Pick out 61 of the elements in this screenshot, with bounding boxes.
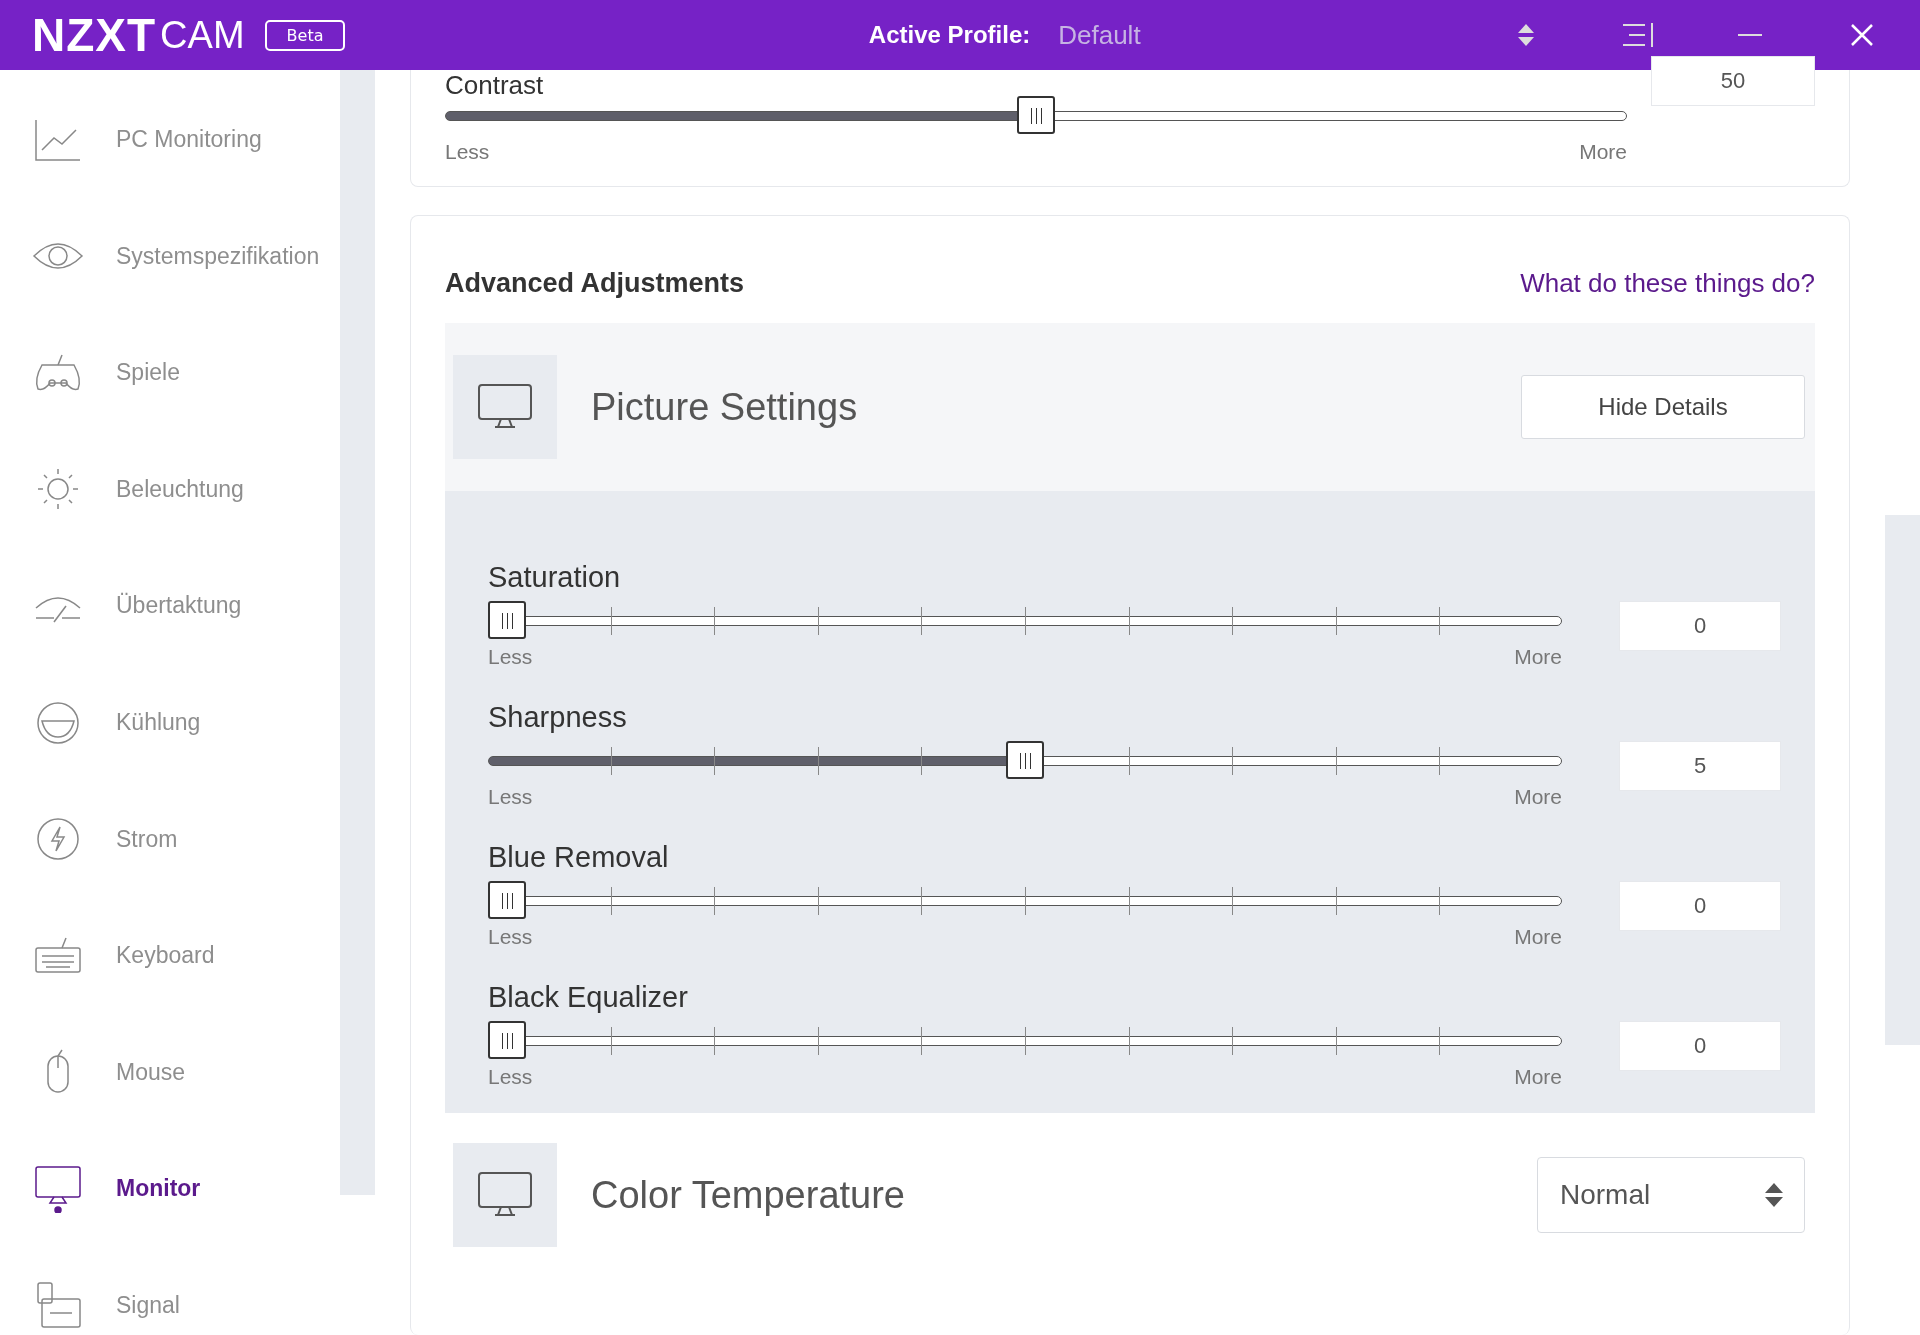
profile-value[interactable]: Default <box>1058 19 1141 51</box>
monitor-icon <box>32 1164 84 1213</box>
slider[interactable] <box>445 96 1627 136</box>
up-down-icon <box>1764 1181 1784 1209</box>
close-icon <box>1851 24 1873 46</box>
sidebar-item[interactable]: Spiele <box>0 343 340 403</box>
up-down-icon <box>1516 22 1536 48</box>
slider[interactable] <box>488 741 1562 781</box>
less-label: Less <box>488 925 533 949</box>
panel-title: Picture Settings <box>591 385 859 429</box>
more-label: More <box>1514 645 1562 669</box>
value-field[interactable]: 0 <box>1619 601 1781 651</box>
less-label: Less <box>445 140 490 164</box>
slider-label: Blue Removal <box>487 841 670 875</box>
slider-label: Sharpness <box>487 701 628 735</box>
slider-label: Saturation <box>487 561 622 595</box>
monitor-icon <box>477 383 533 431</box>
slider[interactable] <box>488 1021 1562 1061</box>
less-label: Less <box>488 645 533 669</box>
hide-details-button[interactable]: Hide Details <box>1521 375 1805 439</box>
value-field[interactable]: 5 <box>1619 741 1781 791</box>
sidebar-item[interactable]: Übertaktung <box>0 576 340 636</box>
logo-subtext: CAM <box>160 13 245 57</box>
value-field[interactable]: 50 <box>1651 56 1815 106</box>
sidebar-item[interactable]: Keyboard <box>0 925 340 986</box>
more-label: More <box>1514 925 1562 949</box>
more-label: More <box>1514 785 1562 809</box>
panel-title: Color Temperature <box>591 1173 906 1217</box>
sidebar-item[interactable]: PC Monitoring <box>0 110 340 170</box>
slider-label: Black Equalizer <box>487 981 689 1015</box>
menu-icon <box>1621 21 1655 49</box>
monitor-icon <box>477 1171 533 1219</box>
beta-badge: Beta <box>264 19 346 51</box>
value-field[interactable]: 0 <box>1619 1021 1781 1071</box>
less-label: Less <box>488 785 533 809</box>
section-title: Advanced Adjustments <box>445 268 745 299</box>
value-field[interactable]: 0 <box>1619 881 1781 931</box>
profile-label: Active Profile: <box>868 21 1031 49</box>
less-label: Less <box>488 1065 533 1089</box>
slider[interactable] <box>488 881 1562 921</box>
minimize-icon <box>1738 33 1762 37</box>
slider[interactable] <box>488 601 1562 641</box>
sidebar-item[interactable]: Strom <box>0 809 340 869</box>
sidebar-item[interactable]: Mouse <box>0 1042 340 1102</box>
more-label: More <box>1514 1065 1562 1089</box>
more-label: More <box>1579 140 1627 164</box>
help-link[interactable]: What do these things do? <box>1520 268 1815 299</box>
dropdown[interactable]: Normal <box>1537 1157 1805 1233</box>
logo-text: NZXT <box>32 8 157 62</box>
sidebar-item[interactable]: Beleuchtung <box>0 459 340 520</box>
sidebar-item[interactable]: Signal <box>0 1275 340 1335</box>
sidebar-item[interactable]: Monitor <box>0 1158 340 1219</box>
slider-thumb[interactable] <box>1006 741 1044 779</box>
slider-thumb[interactable] <box>488 1021 526 1059</box>
sidebar-scrollbar[interactable] <box>340 70 375 1195</box>
slider-thumb[interactable] <box>488 601 526 639</box>
slider-label: Contrast <box>445 70 545 96</box>
sidebar-item[interactable]: Systemspezifikation <box>0 226 340 287</box>
slider-thumb[interactable] <box>1017 96 1055 134</box>
slider-thumb[interactable] <box>488 881 526 919</box>
sidebar-item[interactable]: Kühlung <box>0 692 340 753</box>
